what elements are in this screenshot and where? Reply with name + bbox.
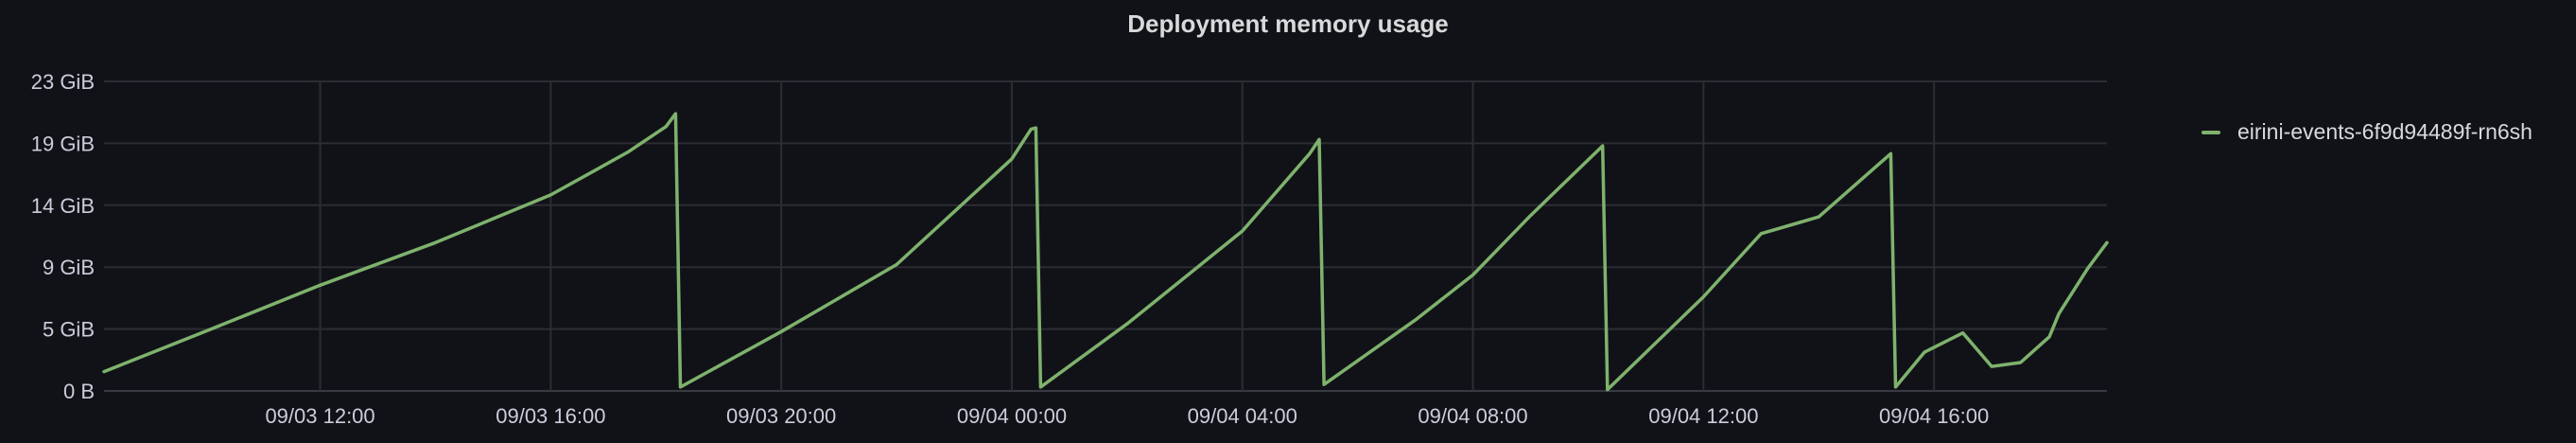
- x-tick-label: 09/03 12:00: [265, 404, 374, 428]
- grid-layer: [104, 80, 2107, 392]
- y-tick-label: 5 GiB: [43, 318, 95, 342]
- legend-label[interactable]: eirini-events-6f9d94489f-rn6sh: [2237, 119, 2532, 145]
- x-tick-label: 09/03 16:00: [496, 404, 605, 428]
- series-line-0[interactable]: [102, 112, 2109, 392]
- x-tick-label: 09/04 16:00: [1879, 404, 1989, 428]
- x-axis: 09/03 12:00 09/03 16:00 09/03 20:00 09/04 0…: [265, 404, 1989, 428]
- series-layer[interactable]: [102, 112, 2109, 392]
- y-tick-label: 9 GiB: [43, 256, 95, 279]
- x-tick-label: 09/04 12:00: [1648, 404, 1758, 428]
- x-tick-label: 09/04 00:00: [957, 404, 1067, 428]
- x-tick-label: 09/03 20:00: [726, 404, 836, 428]
- y-tick-label: 14 GiB: [31, 194, 95, 218]
- legend-swatch: [2202, 130, 2220, 134]
- y-tick-label: 23 GiB: [31, 70, 95, 94]
- x-tick-label: 09/04 04:00: [1188, 404, 1297, 428]
- y-tick-label: 0 B: [63, 380, 95, 403]
- chart-svg: 0 B 5 GiB 9 GiB 14 GiB 19 GiB 23 GiB 09/03 12…: [31, 70, 2109, 428]
- y-axis: 0 B 5 GiB 9 GiB 14 GiB 19 GiB 23 GiB: [31, 70, 95, 403]
- x-tick-label: 09/04 08:00: [1418, 404, 1527, 428]
- y-tick-label: 19 GiB: [31, 132, 95, 155]
- chart-panel: Deployment memory usage 0 B5 GiB 9 GiB 14 …: [0, 0, 2576, 443]
- legend[interactable]: eirini-events-6f9d94489f-rn6sh: [2202, 119, 2532, 145]
